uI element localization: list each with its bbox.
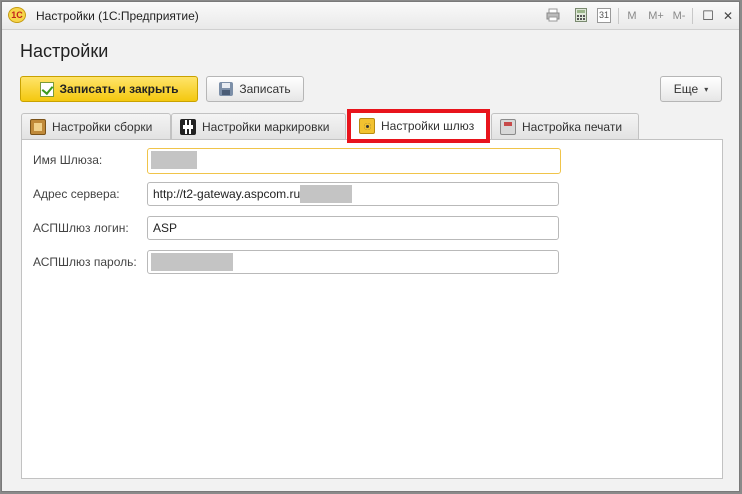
redacted-value <box>151 252 233 271</box>
tab-label: Настройка печати <box>522 119 623 134</box>
more-label: Еще <box>673 82 699 96</box>
redacted-value <box>300 184 353 203</box>
login-field[interactable]: ASP <box>147 216 559 240</box>
calendar-icon[interactable]: 31 <box>597 8 611 23</box>
title-bar[interactable]: 1С Настройки (1С:Предприятие) 31 M M+ M-… <box>2 2 739 30</box>
toolbar-divider <box>692 8 693 24</box>
settings-window: 1С Настройки (1С:Предприятие) 31 M M+ M-… <box>1 1 740 492</box>
login-value: ASP <box>153 221 178 235</box>
box-icon <box>30 118 46 135</box>
tab-print-settings[interactable]: Настройка печати <box>491 113 639 139</box>
password-field[interactable] <box>147 250 559 274</box>
printer-icon <box>500 118 516 135</box>
server-address-value: http://t2-gateway.aspcom.ru <box>153 187 301 201</box>
gateway-name-label: Имя Шлюза: <box>33 153 103 167</box>
print-icon[interactable] <box>545 8 561 24</box>
memory-minus-button[interactable]: M- <box>670 8 688 24</box>
save-label: Записать <box>239 82 291 96</box>
save-button[interactable]: Записать <box>206 76 304 102</box>
app-logo-icon: 1С <box>8 7 26 23</box>
redacted-value <box>151 150 197 169</box>
tab-gateway-settings[interactable]: Настройки шлюз <box>350 111 487 140</box>
checkmark-document-icon <box>39 81 54 97</box>
qr-code-icon <box>180 118 196 135</box>
tab-label: Настройки шлюз <box>381 119 475 133</box>
server-address-field[interactable]: http://t2-gateway.aspcom.ru <box>147 182 559 206</box>
tab-label: Настройки маркировки <box>202 119 330 134</box>
close-button[interactable]: ✕ <box>720 8 736 24</box>
save-and-close-button[interactable]: Записать и закрыть <box>20 76 198 102</box>
memory-plus-button[interactable]: M+ <box>647 8 665 24</box>
password-label: АСПШлюз пароль: <box>33 255 137 269</box>
more-menu-button[interactable]: Еще ▾ <box>660 76 722 102</box>
window-title: Настройки (1С:Предприятие) <box>36 9 199 23</box>
save-and-close-label: Записать и закрыть <box>59 82 179 96</box>
calculator-icon[interactable] <box>573 8 589 24</box>
tab-label: Настройки сборки <box>52 119 153 134</box>
tab-assembly-settings[interactable]: Настройки сборки <box>21 113 171 139</box>
maximize-button[interactable]: ☐ <box>700 8 716 24</box>
folder-gear-icon <box>359 118 375 134</box>
gateway-name-field[interactable] <box>147 148 561 174</box>
tab-marking-settings[interactable]: Настройки маркировки <box>171 113 346 139</box>
page-title: Настройки <box>20 41 109 61</box>
login-label: АСПШлюз логин: <box>33 221 129 235</box>
memory-m-button[interactable]: M <box>626 8 638 24</box>
server-address-label: Адрес сервера: <box>33 187 120 201</box>
floppy-disk-icon <box>219 82 234 96</box>
toolbar-divider <box>618 8 619 24</box>
chevron-down-icon: ▾ <box>704 84 709 94</box>
